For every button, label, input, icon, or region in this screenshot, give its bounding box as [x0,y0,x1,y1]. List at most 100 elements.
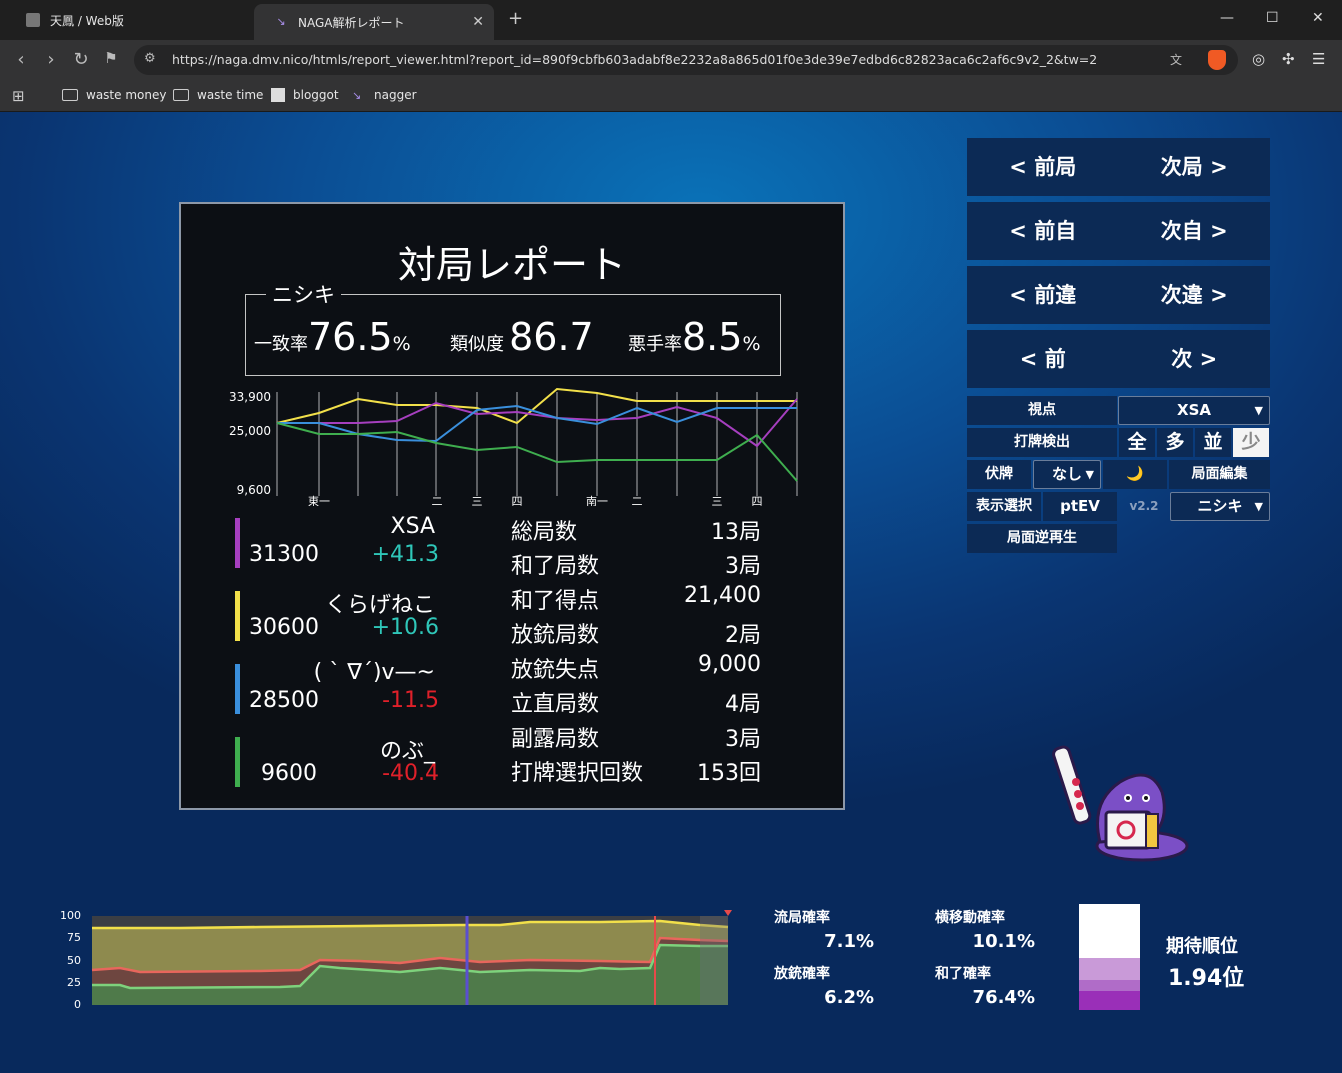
version-label: v2.2 [1129,499,1159,513]
y-tick: 0 [74,998,81,1011]
game-report-panel: 対局レポート ニシキ 一致率76.5% 類似度 86.7 悪手率8.5% 33,… [179,202,845,810]
x-label: 三 [472,495,483,506]
player-color-bar [235,518,240,568]
tenhou-favicon-icon [26,13,40,27]
mismatch-nav: < 前違 次違 > [967,266,1270,324]
menu-icon[interactable]: ☰ [1312,50,1325,68]
x-label: 四 [512,495,523,506]
density-normal-button[interactable]: 並 [1195,428,1231,457]
density-few-button[interactable]: 少 [1233,428,1269,457]
bloggot-favicon-icon [271,88,285,102]
draw-probability: 流局確率 7.1% [774,910,874,952]
tab-title: 天鳳 / Web版 [50,13,124,28]
display-select-button[interactable]: 表示選択 [967,492,1041,521]
site-settings-icon[interactable]: ⚙ [144,51,156,66]
self-turn-nav: < 前自 次自 > [967,202,1270,260]
player-row-delta: -40.4 [382,761,439,786]
player-stats-box: ニシキ 一致率76.5% 類似度 86.7 悪手率8.5% [245,279,781,376]
player-row-name: ( ` ∇´)v—~ [313,660,435,685]
x-label: 二 [632,495,643,506]
density-all-button[interactable]: 全 [1119,428,1155,457]
summary-row: 放銃局数 2局 [511,623,761,648]
folder-icon [62,89,78,101]
player-row-delta: -11.5 [382,688,439,713]
viewpoint-select[interactable]: XSA ▼ [1118,396,1270,425]
next-mismatch-button[interactable]: 次違 > [1119,266,1271,324]
summary-row: 放銃失点 9,000 [511,652,761,683]
viewpoint-label: 視点 [967,396,1117,425]
hidden-tiles-select[interactable]: なし ▼ [1033,460,1101,489]
deal-in-probability: 放銃確率 6.2% [774,966,874,1008]
back-icon[interactable]: ‹ [10,49,32,70]
win-probability-chart: 100 75 50 25 0 [60,909,732,1011]
summary-row: 和了得点 21,400 [511,583,761,614]
player-row-name: XSA [390,514,436,539]
reload-icon[interactable]: ↻ [70,49,92,70]
next-step-button[interactable]: 次 > [1119,330,1271,388]
player-row: くらげねこ 30600 +10.6 [235,587,455,657]
model-select[interactable]: ニシキ ▼ [1170,492,1270,521]
bookmarks-bar: ⊞ waste money waste time bloggot ↘ nagger [0,80,1342,112]
page-content: 対局レポート ニシキ 一致率76.5% 類似度 86.7 悪手率8.5% 33,… [0,112,1342,1073]
brave-shield-icon[interactable] [1208,50,1226,70]
summary-row: 打牌選択回数 153回 [511,761,761,786]
step-nav: < 前 次 > [967,330,1270,388]
forward-icon[interactable]: › [40,49,62,70]
close-window-icon[interactable]: ✕ [1312,10,1324,26]
bookmark-nagger[interactable]: ↘ nagger [352,88,417,102]
player-color-bar [235,664,240,714]
reverse-replay-button[interactable]: 局面逆再生 [967,524,1117,553]
player-row: XSA 31300 +41.3 [235,514,455,584]
summary-row: 和了局数 3局 [511,554,761,579]
player-row-delta: +10.6 [371,615,439,640]
chevron-down-icon: ▼ [1254,404,1263,417]
reader-icon[interactable]: ◎ [1252,50,1265,68]
bookmark-waste-time[interactable]: waste time [173,88,263,102]
apps-grid-icon[interactable]: ⊞ [12,87,25,105]
tab-tenhou[interactable]: 天鳳 / Web版 [6,0,246,40]
y-tick: 75 [67,931,81,944]
board-edit-button[interactable]: 局面編集 [1169,460,1270,489]
bookmark-bloggot[interactable]: bloggot [271,88,339,102]
density-many-button[interactable]: 多 [1157,428,1193,457]
bookmark-icon[interactable]: ⚑ [100,49,122,67]
y-tick: 33,900 [229,390,271,404]
address-bar[interactable]: ⚙ https://naga.dmv.nico/htmls/report_vie… [134,45,1238,75]
prev-mismatch-button[interactable]: < 前違 [967,266,1119,324]
tab-bar: 天鳳 / Web版 ↘ NAGA解析レポート ✕ + — ☐ ✕ [0,0,1342,40]
stat-bad-move-rate: 悪手率8.5% [628,315,761,359]
next-round-button[interactable]: 次局 > [1119,138,1271,196]
next-self-button[interactable]: 次自 > [1119,202,1271,260]
expected-rank-label: 期待順位 [1166,936,1238,957]
score-history-chart: 33,900 25,000 9,600 東一 二 三 四 南一 二 三 四 [229,387,798,506]
stat-similarity: 類似度 86.7 [450,315,594,359]
chevron-down-icon: ▼ [1085,468,1094,481]
new-tab-icon[interactable]: + [508,8,523,29]
player-row-score: 31300 [249,542,319,567]
hidden-tiles-label: 伏牌 [967,460,1031,489]
tab-title: NAGA解析レポート [298,15,405,30]
discard-detect-label: 打牌検出 [967,428,1117,457]
rank-distribution-bar [1079,904,1140,1010]
naga-favicon-icon: ↘ [276,15,286,28]
ptev-button[interactable]: ptEV [1043,492,1117,521]
x-label: 南一 [586,495,608,506]
bookmark-waste-money[interactable]: waste money [62,88,166,102]
y-tick: 25,000 [229,424,271,438]
extensions-icon[interactable]: ✣ [1282,50,1295,68]
minimize-icon[interactable]: — [1220,10,1234,26]
expected-rank-value: 1.94位 [1168,966,1245,991]
url-text[interactable]: https://naga.dmv.nico/htmls/report_viewe… [172,52,1097,67]
moon-icon[interactable]: 🌙 [1103,460,1167,489]
prev-self-button[interactable]: < 前自 [967,202,1119,260]
player-row-score: 28500 [249,688,319,713]
prev-step-button[interactable]: < 前 [967,330,1119,388]
close-tab-icon[interactable]: ✕ [472,14,484,30]
prev-round-button[interactable]: < 前局 [967,138,1119,196]
series-line-green [276,422,798,482]
player-row-delta: +41.3 [371,542,439,567]
translate-icon[interactable]: 文 [1170,51,1182,68]
tab-naga[interactable]: ↘ NAGA解析レポート ✕ [254,4,494,40]
x-label: 東一 [308,495,330,506]
maximize-icon[interactable]: ☐ [1266,10,1279,26]
